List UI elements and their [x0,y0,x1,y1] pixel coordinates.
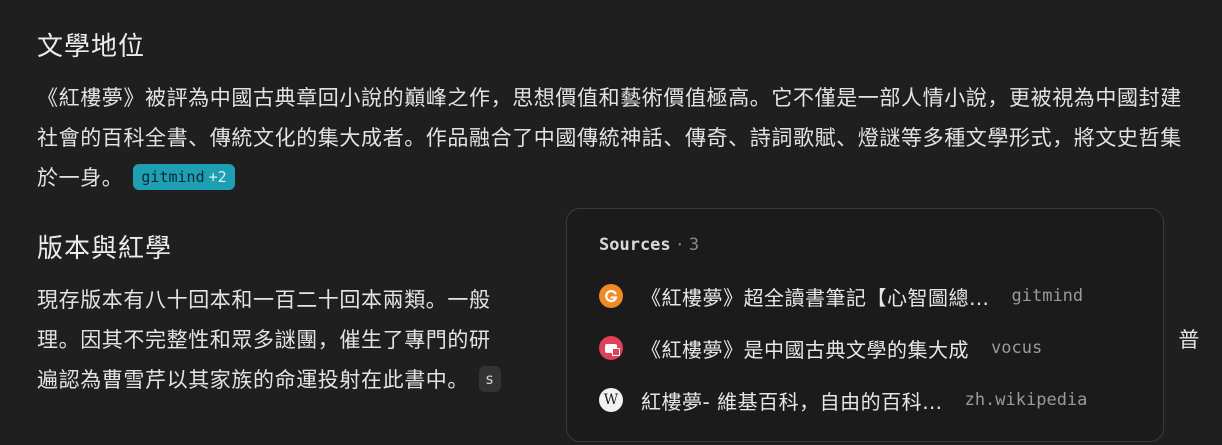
paragraph-literary-status: 《紅樓夢》被評為中國古典章回小說的巔峰之作，思想價值和藝術價值極高。它不僅是一部… [37,78,1187,198]
source-title: 《紅樓夢》是中國古典文學的集大成 [641,337,969,362]
source-title: 《紅樓夢》超全讀書筆記【心智圖總… [641,285,990,310]
citation-source-label: gitmind [141,168,205,186]
sources-separator: · [674,235,685,255]
paragraph-line-1: 現存版本有八十回本和一百二十回本兩類。一般 [37,288,491,312]
vocus-icon [599,336,623,360]
source-domain: zh.wikipedia [964,390,1088,410]
paragraph-line-2-end: 普 [1178,328,1200,352]
source-domain: vocus [991,338,1043,358]
gitmind-icon [599,284,623,308]
sources-count: 3 [688,235,700,255]
citation-chip-partial[interactable]: s [479,366,501,392]
section-heading-versions: 版本與紅學 [37,234,173,264]
paragraph-line-2: 理。因其不完整性和眾多謎團，催生了專門的研 [37,328,491,352]
sources-popover-header: Sources · 3 [599,235,699,255]
source-item-wikipedia[interactable]: W 紅樓夢- 維基百科，自由的百科… zh.wikipedia [599,385,1139,415]
sources-title: Sources [599,235,671,255]
source-item-vocus[interactable]: 《紅樓夢》是中國古典文學的集大成 vocus [599,333,1139,363]
source-title: 紅樓夢- 維基百科，自由的百科… [641,389,943,414]
section-heading-literary-status: 文學地位 [37,32,146,62]
citation-more-count: +2 [208,168,227,186]
source-item-gitmind[interactable]: 《紅樓夢》超全讀書筆記【心智圖總… gitmind [599,281,1139,311]
paragraph-line-3: 遍認為曹雪芹以其家族的命運投射在此書中。 [37,368,469,392]
sources-popover: Sources · 3 《紅樓夢》超全讀書筆記【心智圖總… gitmind 《紅樓夢… [566,208,1164,442]
source-domain: gitmind [1011,286,1084,306]
wikipedia-icon: W [599,388,623,412]
citation-chip[interactable]: gitmind +2 [133,164,235,190]
